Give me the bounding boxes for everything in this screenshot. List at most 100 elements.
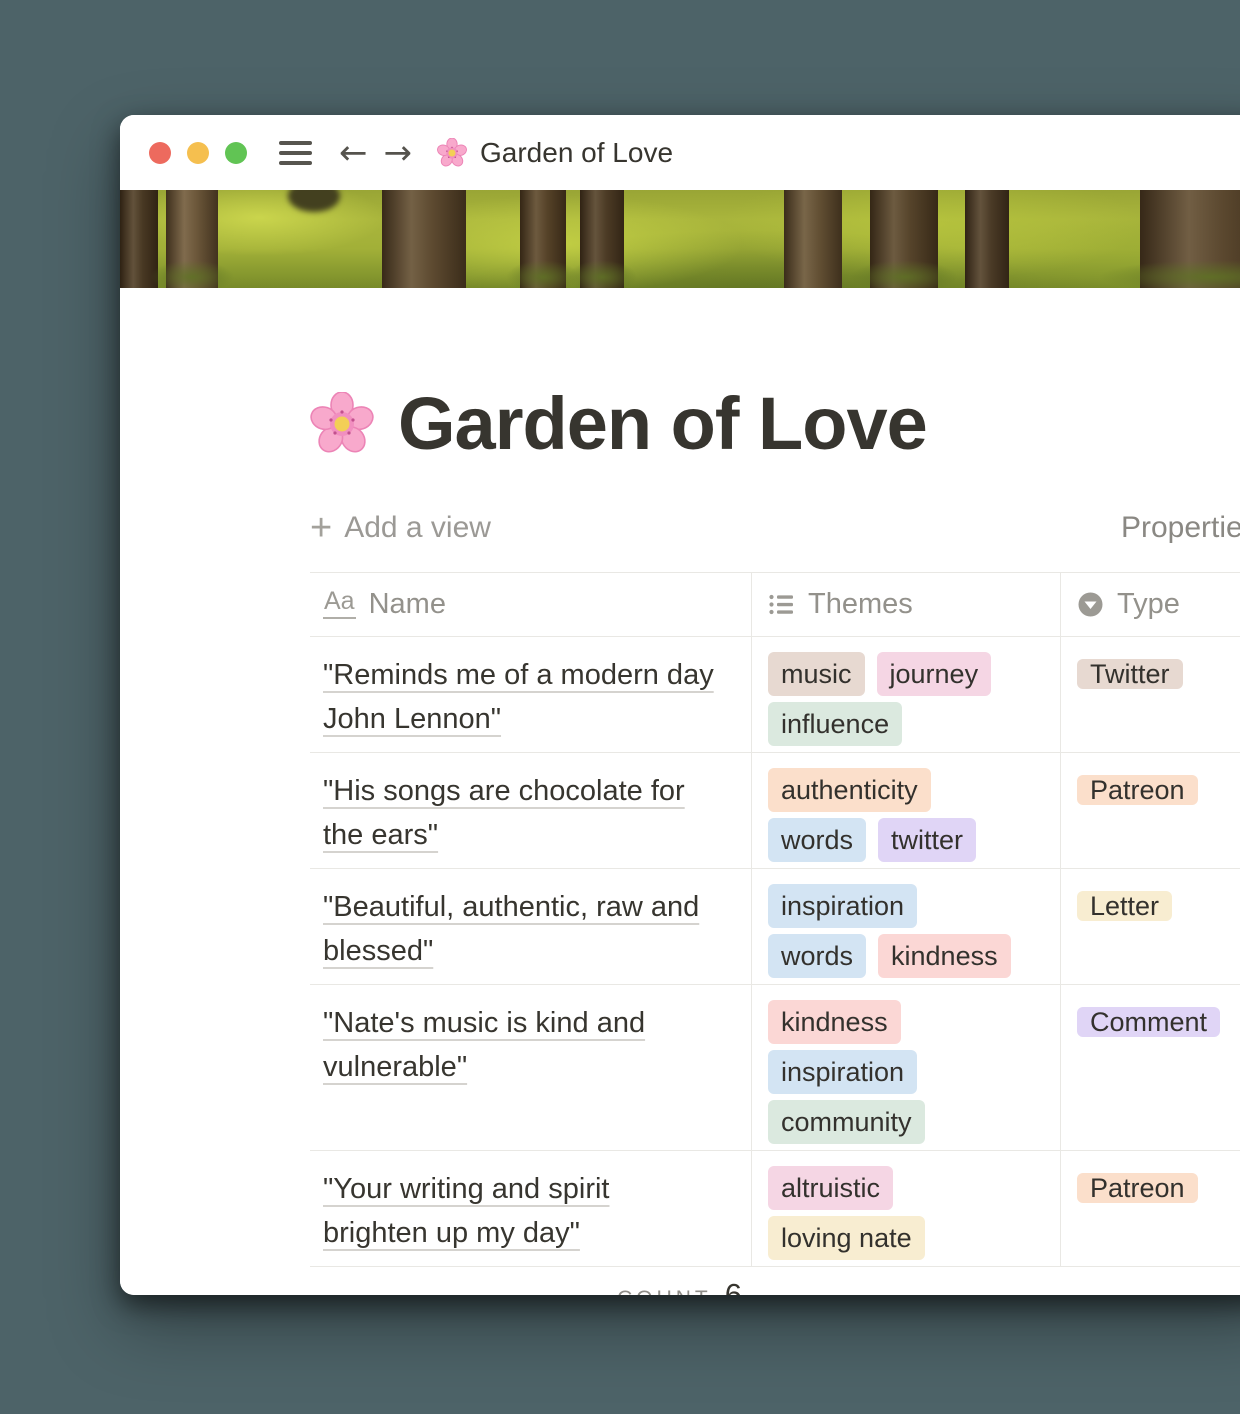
traffic-lights xyxy=(149,142,247,164)
tag-community[interactable]: community xyxy=(768,1100,925,1144)
row-title-link[interactable]: "Your writing and spirit brighten up my … xyxy=(323,1173,609,1249)
tag-loving-nate[interactable]: loving nate xyxy=(768,1216,925,1260)
tag-altruistic[interactable]: altruistic xyxy=(768,1166,893,1210)
row-name-cell[interactable]: "Beautiful, authentic, raw and blessed" xyxy=(310,869,752,984)
row-name-cell[interactable]: "His songs are chocolate for the ears" xyxy=(310,753,752,868)
tag-twitter[interactable]: twitter xyxy=(878,818,976,862)
minimize-button[interactable] xyxy=(187,142,209,164)
tag-words[interactable]: words xyxy=(768,818,866,862)
tag-music[interactable]: music xyxy=(768,652,865,696)
table-row[interactable]: "Reminds me of a modern day John Lennon"… xyxy=(310,637,1240,753)
row-type-cell[interactable]: Twitter xyxy=(1061,637,1240,752)
add-view-button[interactable]: + Add a view xyxy=(310,509,491,547)
titlebar-title-text: Garden of Love xyxy=(480,137,673,169)
table-header-row: Aa Name Themes xyxy=(310,572,1240,637)
row-themes-cell[interactable]: altruistic loving nate xyxy=(752,1151,1061,1266)
zoom-button[interactable] xyxy=(225,142,247,164)
tag-line: community xyxy=(768,1100,1044,1144)
cherry-blossom-icon[interactable] xyxy=(310,392,374,456)
tag-line: words twitter xyxy=(768,818,1044,862)
tree-trunk xyxy=(1140,190,1240,288)
tag-patreon[interactable]: Patreon xyxy=(1077,1173,1198,1203)
tag-inspiration[interactable]: inspiration xyxy=(768,884,917,928)
count-value: 6 xyxy=(725,1277,742,1295)
row-title-link[interactable]: "Beautiful, authentic, raw and blessed" xyxy=(323,891,699,967)
table-row[interactable]: "Nate's music is kind and vulnerable" kin… xyxy=(310,985,1240,1151)
properties-button[interactable]: Properties xyxy=(1121,511,1240,545)
tag-patreon[interactable]: Patreon xyxy=(1077,775,1198,805)
row-title-link[interactable]: "His songs are chocolate for the ears" xyxy=(323,775,685,851)
tag-influence[interactable]: influence xyxy=(768,702,902,746)
select-property-icon xyxy=(1077,591,1104,618)
view-bar: + Add a view Properties xyxy=(310,506,1240,550)
titlebar-page-title: Garden of Love xyxy=(437,137,673,169)
tree-trunk xyxy=(520,190,566,288)
column-header-name[interactable]: Aa Name xyxy=(310,573,752,636)
forward-arrow-icon[interactable]: → xyxy=(384,136,413,170)
hamburger-menu-icon[interactable] xyxy=(279,141,312,165)
row-themes-cell[interactable]: kindness inspiration community xyxy=(752,985,1061,1150)
table-row[interactable]: "His songs are chocolate for the ears" au… xyxy=(310,753,1240,869)
tree-trunk xyxy=(382,190,466,288)
tag-inspiration[interactable]: inspiration xyxy=(768,1050,917,1094)
row-name-cell[interactable]: "Your writing and spirit brighten up my … xyxy=(310,1151,752,1266)
page-content: Garden of Love + Add a view Properties A… xyxy=(120,385,1240,1295)
tag-kindness[interactable]: kindness xyxy=(768,1000,901,1044)
tag-authenticity[interactable]: authenticity xyxy=(768,768,931,812)
multiselect-property-icon xyxy=(768,591,795,618)
column-header-type[interactable]: Type xyxy=(1061,573,1240,636)
tag-kindness[interactable]: kindness xyxy=(878,934,1011,978)
row-name-cell[interactable]: "Reminds me of a modern day John Lennon" xyxy=(310,637,752,752)
row-title-link[interactable]: "Nate's music is kind and vulnerable" xyxy=(323,1007,645,1083)
page-header: Garden of Love xyxy=(310,385,1240,463)
tag-line: authenticity xyxy=(768,768,1044,812)
window-titlebar: ← → Garden of Love xyxy=(120,115,1240,190)
row-themes-cell[interactable]: inspiration words kindness xyxy=(752,869,1061,984)
tag-journey[interactable]: journey xyxy=(877,652,992,696)
count-aggregate[interactable]: COUNT 6 xyxy=(310,1277,752,1295)
page-title[interactable]: Garden of Love xyxy=(398,385,927,463)
row-type-cell[interactable]: Letter xyxy=(1061,869,1240,984)
tag-words[interactable]: words xyxy=(768,934,866,978)
row-type-cell[interactable]: Patreon xyxy=(1061,753,1240,868)
table-row[interactable]: "Your writing and spirit brighten up my … xyxy=(310,1151,1240,1267)
database-table: Aa Name Themes xyxy=(310,572,1240,1295)
cherry-blossom-icon xyxy=(437,138,467,168)
close-button[interactable] xyxy=(149,142,171,164)
tree-branch xyxy=(288,190,340,212)
tag-twitter[interactable]: Twitter xyxy=(1077,659,1183,689)
tag-line: influence xyxy=(768,702,1044,746)
tree-trunk xyxy=(870,190,938,288)
row-themes-cell[interactable]: music journey influence xyxy=(752,637,1061,752)
tag-comment[interactable]: Comment xyxy=(1077,1007,1220,1037)
add-view-label: Add a view xyxy=(344,511,491,545)
tag-line: kindness xyxy=(768,1000,1044,1044)
tag-line: altruistic xyxy=(768,1166,1044,1210)
column-label: Type xyxy=(1117,588,1180,621)
row-type-cell[interactable]: Comment xyxy=(1061,985,1240,1150)
row-name-cell[interactable]: "Nate's music is kind and vulnerable" xyxy=(310,985,752,1150)
tree-trunk xyxy=(784,190,842,288)
column-label: Themes xyxy=(808,588,913,621)
tag-letter[interactable]: Letter xyxy=(1077,891,1172,921)
table-footer[interactable]: COUNT 6 xyxy=(310,1267,1240,1295)
row-themes-cell[interactable]: authenticity words twitter xyxy=(752,753,1061,868)
tag-line: words kindness xyxy=(768,934,1044,978)
cover-photo xyxy=(120,190,1240,288)
tag-line: inspiration xyxy=(768,1050,1044,1094)
back-arrow-icon[interactable]: ← xyxy=(339,136,368,170)
tree-trunk xyxy=(965,190,1009,288)
column-label: Name xyxy=(369,588,446,621)
tree-trunk xyxy=(166,190,218,288)
nav-arrows: ← → xyxy=(339,136,412,170)
plus-icon: + xyxy=(310,509,332,547)
count-label: COUNT xyxy=(617,1287,712,1295)
column-header-themes[interactable]: Themes xyxy=(752,573,1061,636)
tag-line: inspiration xyxy=(768,884,1044,928)
text-property-icon: Aa xyxy=(323,589,356,619)
row-type-cell[interactable]: Patreon xyxy=(1061,1151,1240,1266)
tree-trunk xyxy=(580,190,624,288)
row-title-link[interactable]: "Reminds me of a modern day John Lennon" xyxy=(323,659,714,735)
app-window: ← → Garden of Love xyxy=(120,115,1240,1295)
table-row[interactable]: "Beautiful, authentic, raw and blessed" i… xyxy=(310,869,1240,985)
